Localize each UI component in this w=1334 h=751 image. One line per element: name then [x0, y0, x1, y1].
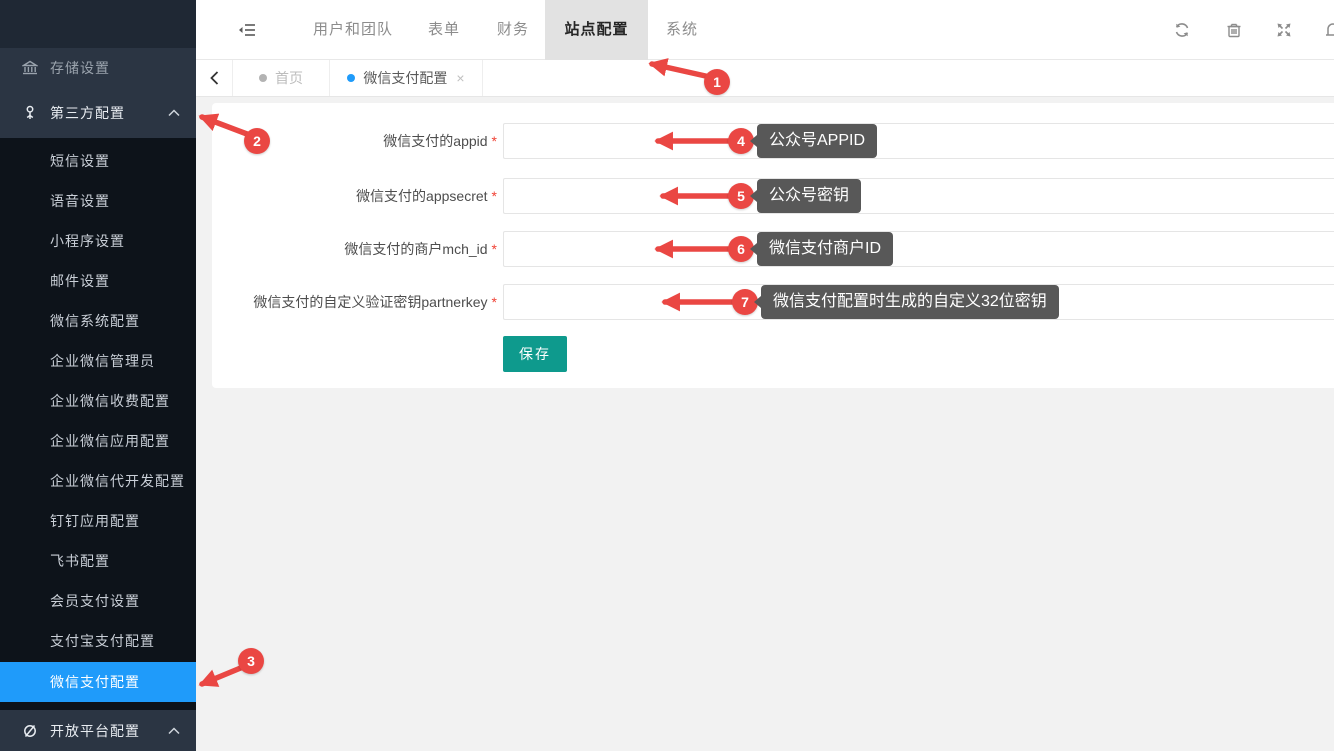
- field-label: 微信支付的appsecret*: [212, 178, 497, 214]
- sidebar-item-wecom-fee[interactable]: 企业微信收费配置: [0, 381, 196, 421]
- sidebar-section-label: 存储设置: [50, 58, 110, 78]
- sidebar-section-label: 第三方配置: [50, 103, 125, 123]
- trash-icon[interactable]: [1225, 21, 1243, 39]
- sidebar: 存储设置 第三方配置 短信设置 语音设置 小程序设置 邮件设置 微信系统配置 企…: [0, 0, 196, 751]
- bank-icon: [22, 60, 38, 76]
- chevron-up-icon: [168, 727, 180, 735]
- sidebar-item-wechat-system[interactable]: 微信系统配置: [0, 301, 196, 341]
- form-row-appsecret: 微信支付的appsecret*: [212, 178, 1334, 214]
- form-row-appid: 微信支付的appid*: [212, 123, 1334, 159]
- appsecret-input[interactable]: [503, 178, 1334, 214]
- save-button[interactable]: 保存: [503, 336, 567, 372]
- tab-label: 微信支付配置: [363, 68, 447, 88]
- field-label: 微信支付的自定义验证密钥partnerkey*: [212, 284, 497, 320]
- nav-item-forms[interactable]: 表单: [428, 0, 460, 60]
- sidebar-item-dingtalk[interactable]: 钉钉应用配置: [0, 501, 196, 541]
- close-icon[interactable]: ×: [456, 70, 464, 86]
- sidebar-item-wecom-dev[interactable]: 企业微信代开发配置: [0, 461, 196, 501]
- tab-label: 首页: [275, 68, 303, 88]
- sidebar-section-open-platform[interactable]: 开放平台配置: [0, 710, 196, 751]
- open-platform-icon: [22, 723, 38, 739]
- required-mark: *: [492, 294, 497, 310]
- key-icon: [22, 105, 38, 121]
- tab-wechat-pay-config[interactable]: 微信支付配置 ×: [330, 60, 483, 96]
- sidebar-submenu: 短信设置 语音设置 小程序设置 邮件设置 微信系统配置 企业微信管理员 企业微信…: [0, 141, 196, 702]
- nav-item-finance[interactable]: 财务: [497, 0, 529, 60]
- nav-item-site-config[interactable]: 站点配置: [545, 0, 648, 60]
- sidebar-item-alipay[interactable]: 支付宝支付配置: [0, 621, 196, 661]
- sidebar-item-mail[interactable]: 邮件设置: [0, 261, 196, 301]
- required-mark: *: [492, 133, 497, 149]
- sidebar-item-voice[interactable]: 语音设置: [0, 181, 196, 221]
- sidebar-item-feishu[interactable]: 飞书配置: [0, 541, 196, 581]
- collapse-sidebar-icon[interactable]: [238, 21, 256, 39]
- fullscreen-icon[interactable]: [1275, 21, 1293, 39]
- appid-input[interactable]: [503, 123, 1334, 159]
- sidebar-section-third-party[interactable]: 第三方配置: [0, 88, 196, 138]
- field-label: 微信支付的appid*: [212, 123, 497, 159]
- sidebar-item-miniprogram[interactable]: 小程序设置: [0, 221, 196, 261]
- partial-icon[interactable]: [1324, 21, 1334, 39]
- form-card: 微信支付的appid* 微信支付的appsecret* 微信支付的商户mch_i…: [212, 103, 1334, 388]
- refresh-icon[interactable]: [1173, 21, 1191, 39]
- chevron-up-icon: [168, 109, 180, 117]
- top-navbar: 用户和团队 表单 财务 站点配置 系统: [196, 0, 1334, 60]
- nav-item-system[interactable]: 系统: [666, 0, 698, 60]
- sidebar-section-label: 开放平台配置: [50, 721, 140, 741]
- required-mark: *: [492, 188, 497, 204]
- tab-home[interactable]: 首页: [233, 60, 330, 96]
- mchid-input[interactable]: [503, 231, 1334, 267]
- tab-scroll-left-button[interactable]: [196, 60, 233, 96]
- sidebar-section-storage[interactable]: 存储设置: [0, 48, 196, 88]
- sidebar-item-wecom-app[interactable]: 企业微信应用配置: [0, 421, 196, 461]
- sidebar-item-member-pay[interactable]: 会员支付设置: [0, 581, 196, 621]
- field-label: 微信支付的商户mch_id*: [212, 231, 497, 267]
- nav-item-users-teams[interactable]: 用户和团队: [313, 0, 393, 60]
- form-row-mchid: 微信支付的商户mch_id*: [212, 231, 1334, 267]
- required-mark: *: [492, 241, 497, 257]
- sidebar-top-spacer: [0, 0, 196, 48]
- partnerkey-input[interactable]: [503, 284, 1334, 320]
- tab-dot-icon: [259, 74, 267, 82]
- main-content: 微信支付的appid* 微信支付的appsecret* 微信支付的商户mch_i…: [196, 97, 1334, 751]
- tab-bar: 首页 微信支付配置 ×: [196, 60, 1334, 97]
- sidebar-item-wecom-admin[interactable]: 企业微信管理员: [0, 341, 196, 381]
- sidebar-item-sms[interactable]: 短信设置: [0, 141, 196, 181]
- tab-dot-icon: [347, 74, 355, 82]
- form-row-partnerkey: 微信支付的自定义验证密钥partnerkey*: [212, 284, 1334, 320]
- sidebar-item-wechat-pay-active[interactable]: 微信支付配置: [0, 662, 196, 702]
